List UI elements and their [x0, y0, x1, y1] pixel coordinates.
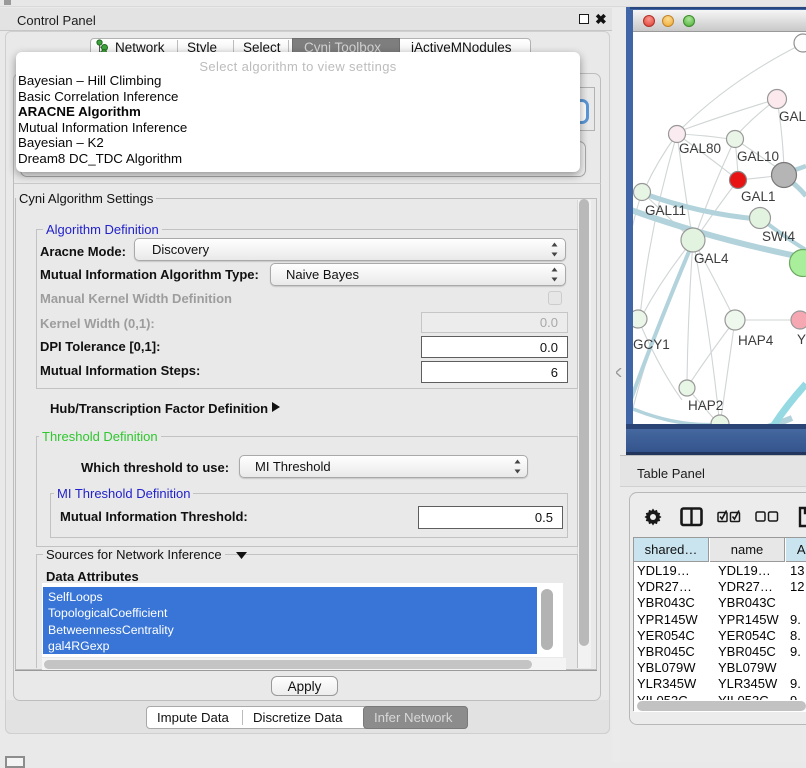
svg-text:GCY1: GCY1 [633, 337, 670, 352]
svg-text:HAP2: HAP2 [688, 398, 723, 413]
svg-text:SWI4: SWI4 [762, 229, 795, 244]
svg-text:GAL1: GAL1 [741, 189, 776, 204]
svg-text:Y: Y [797, 332, 806, 347]
svg-text:GAL10: GAL10 [737, 149, 779, 164]
svg-text:GAL4: GAL4 [694, 251, 729, 266]
svg-text:HAP4: HAP4 [738, 333, 774, 348]
svg-text:GAL11: GAL11 [645, 203, 686, 218]
svg-text:GAL7: GAL7 [779, 109, 806, 124]
svg-text:GAL80: GAL80 [679, 141, 721, 156]
